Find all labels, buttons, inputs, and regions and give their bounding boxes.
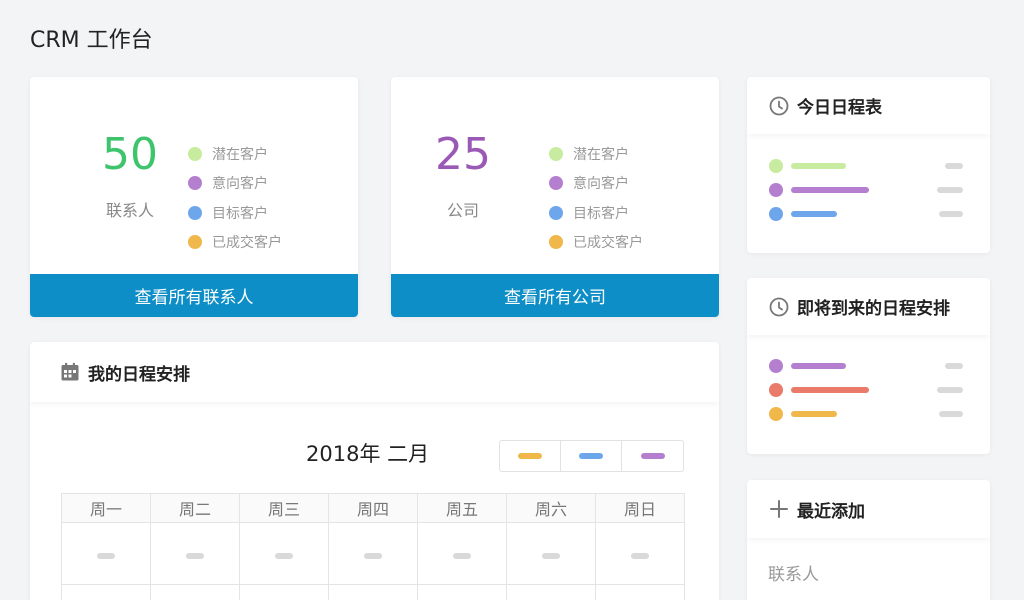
view-all-companies-button[interactable]: 查看所有公司 [391,274,719,317]
calendar-week-row [61,522,685,585]
legend-item-potential: 潜在客户 [549,139,643,169]
legend-dot [188,146,202,161]
upcoming-schedule-card: 即将到来的日程安排 [747,278,990,454]
companies-count: 25 [435,129,491,180]
calendar-day-cell[interactable] [61,584,151,600]
legend-item-target: 目标客户 [188,198,282,228]
legend-dot [188,176,202,191]
today-event-item[interactable] [769,183,969,197]
calendar-icon [60,362,80,382]
my-schedule-title: 我的日程安排 [88,364,190,385]
contacts-legend: 潜在客户 意向客户 目标客户 已成交客户 [188,139,282,257]
my-schedule-header: 我的日程安排 [30,342,719,402]
today-schedule-card: 今日日程表 [747,77,990,253]
calendar-day-cell[interactable] [417,584,507,600]
calendar-day-cell[interactable] [595,584,685,600]
weekday-fri: 周五 [417,493,507,523]
recently-added-title: 最近添加 [797,501,865,522]
contacts-label: 联系人 [105,201,154,220]
contacts-card: 50 联系人 潜在客户 意向客户 目标客户 已成交客户 查看所有联系人 [30,77,358,317]
upcoming-schedule-header: 即将到来的日程安排 [747,278,990,335]
weekday-tue: 周二 [150,493,240,523]
plus-icon [769,499,789,519]
legend-item-intent: 意向客户 [188,169,282,199]
legend-dot [549,176,563,191]
calendar-grid: 周一 周二 周三 周四 周五 周六 周日 [61,493,685,600]
today-event-item[interactable] [769,159,969,173]
recently-added-card: 最近添加 联系人 [747,480,990,600]
legend-item-closed: 已成交客户 [549,228,643,258]
clock-icon [769,297,789,317]
today-schedule-title: 今日日程表 [797,98,882,118]
companies-legend: 潜在客户 意向客户 目标客户 已成交客户 [549,139,643,257]
legend-item-target: 目标客户 [549,198,643,228]
weekday-sun: 周日 [595,493,685,523]
today-event-item[interactable] [769,207,969,221]
today-schedule-header: 今日日程表 [747,77,990,134]
calendar-day-cell[interactable] [328,522,418,585]
legend-dot [549,205,563,220]
filter-purple-button[interactable] [622,441,683,471]
weekday-wed: 周三 [239,493,329,523]
calendar-month-label: 2018年 二月 [306,442,430,466]
companies-label: 公司 [446,201,479,220]
legend-item-intent: 意向客户 [549,169,643,199]
upcoming-event-item[interactable] [769,359,969,373]
calendar-day-cell[interactable] [417,522,507,585]
calendar-weekday-header: 周一 周二 周三 周四 周五 周六 周日 [61,493,685,523]
weekday-sat: 周六 [506,493,596,523]
calendar-day-cell[interactable] [328,584,418,600]
recently-added-header: 最近添加 [747,480,990,538]
legend-dot [549,146,563,161]
calendar-day-cell[interactable] [506,522,596,585]
calendar-day-cell[interactable] [61,522,151,585]
recent-item-contacts[interactable]: 联系人 [768,560,819,585]
weekday-mon: 周一 [61,493,151,523]
calendar-day-cell[interactable] [150,584,240,600]
legend-item-closed: 已成交客户 [188,228,282,258]
legend-dot [549,235,563,250]
filter-orange-button[interactable] [500,441,561,471]
page-title: CRM 工作台 [30,28,153,53]
upcoming-event-item[interactable] [769,383,969,397]
upcoming-schedule-title: 即将到来的日程安排 [797,299,950,319]
calendar-week-row [61,584,685,600]
legend-item-potential: 潜在客户 [188,139,282,169]
calendar-day-cell[interactable] [239,584,329,600]
my-schedule-card: 我的日程安排 2018年 二月 周一 周二 周三 周四 周五 周六 周日 [30,342,719,600]
calendar-day-cell[interactable] [239,522,329,585]
calendar-day-cell[interactable] [150,522,240,585]
legend-dot [188,235,202,250]
view-all-contacts-button[interactable]: 查看所有联系人 [30,274,358,317]
companies-card: 25 公司 潜在客户 意向客户 目标客户 已成交客户 查看所有公司 [391,77,719,317]
filter-blue-button[interactable] [561,441,622,471]
upcoming-event-item[interactable] [769,407,969,421]
legend-dot [188,205,202,220]
calendar-day-cell[interactable] [506,584,596,600]
contacts-count: 50 [102,129,158,180]
weekday-thu: 周四 [328,493,418,523]
calendar-filter-group [499,440,684,472]
calendar-day-cell[interactable] [595,522,685,585]
clock-icon [769,96,789,116]
